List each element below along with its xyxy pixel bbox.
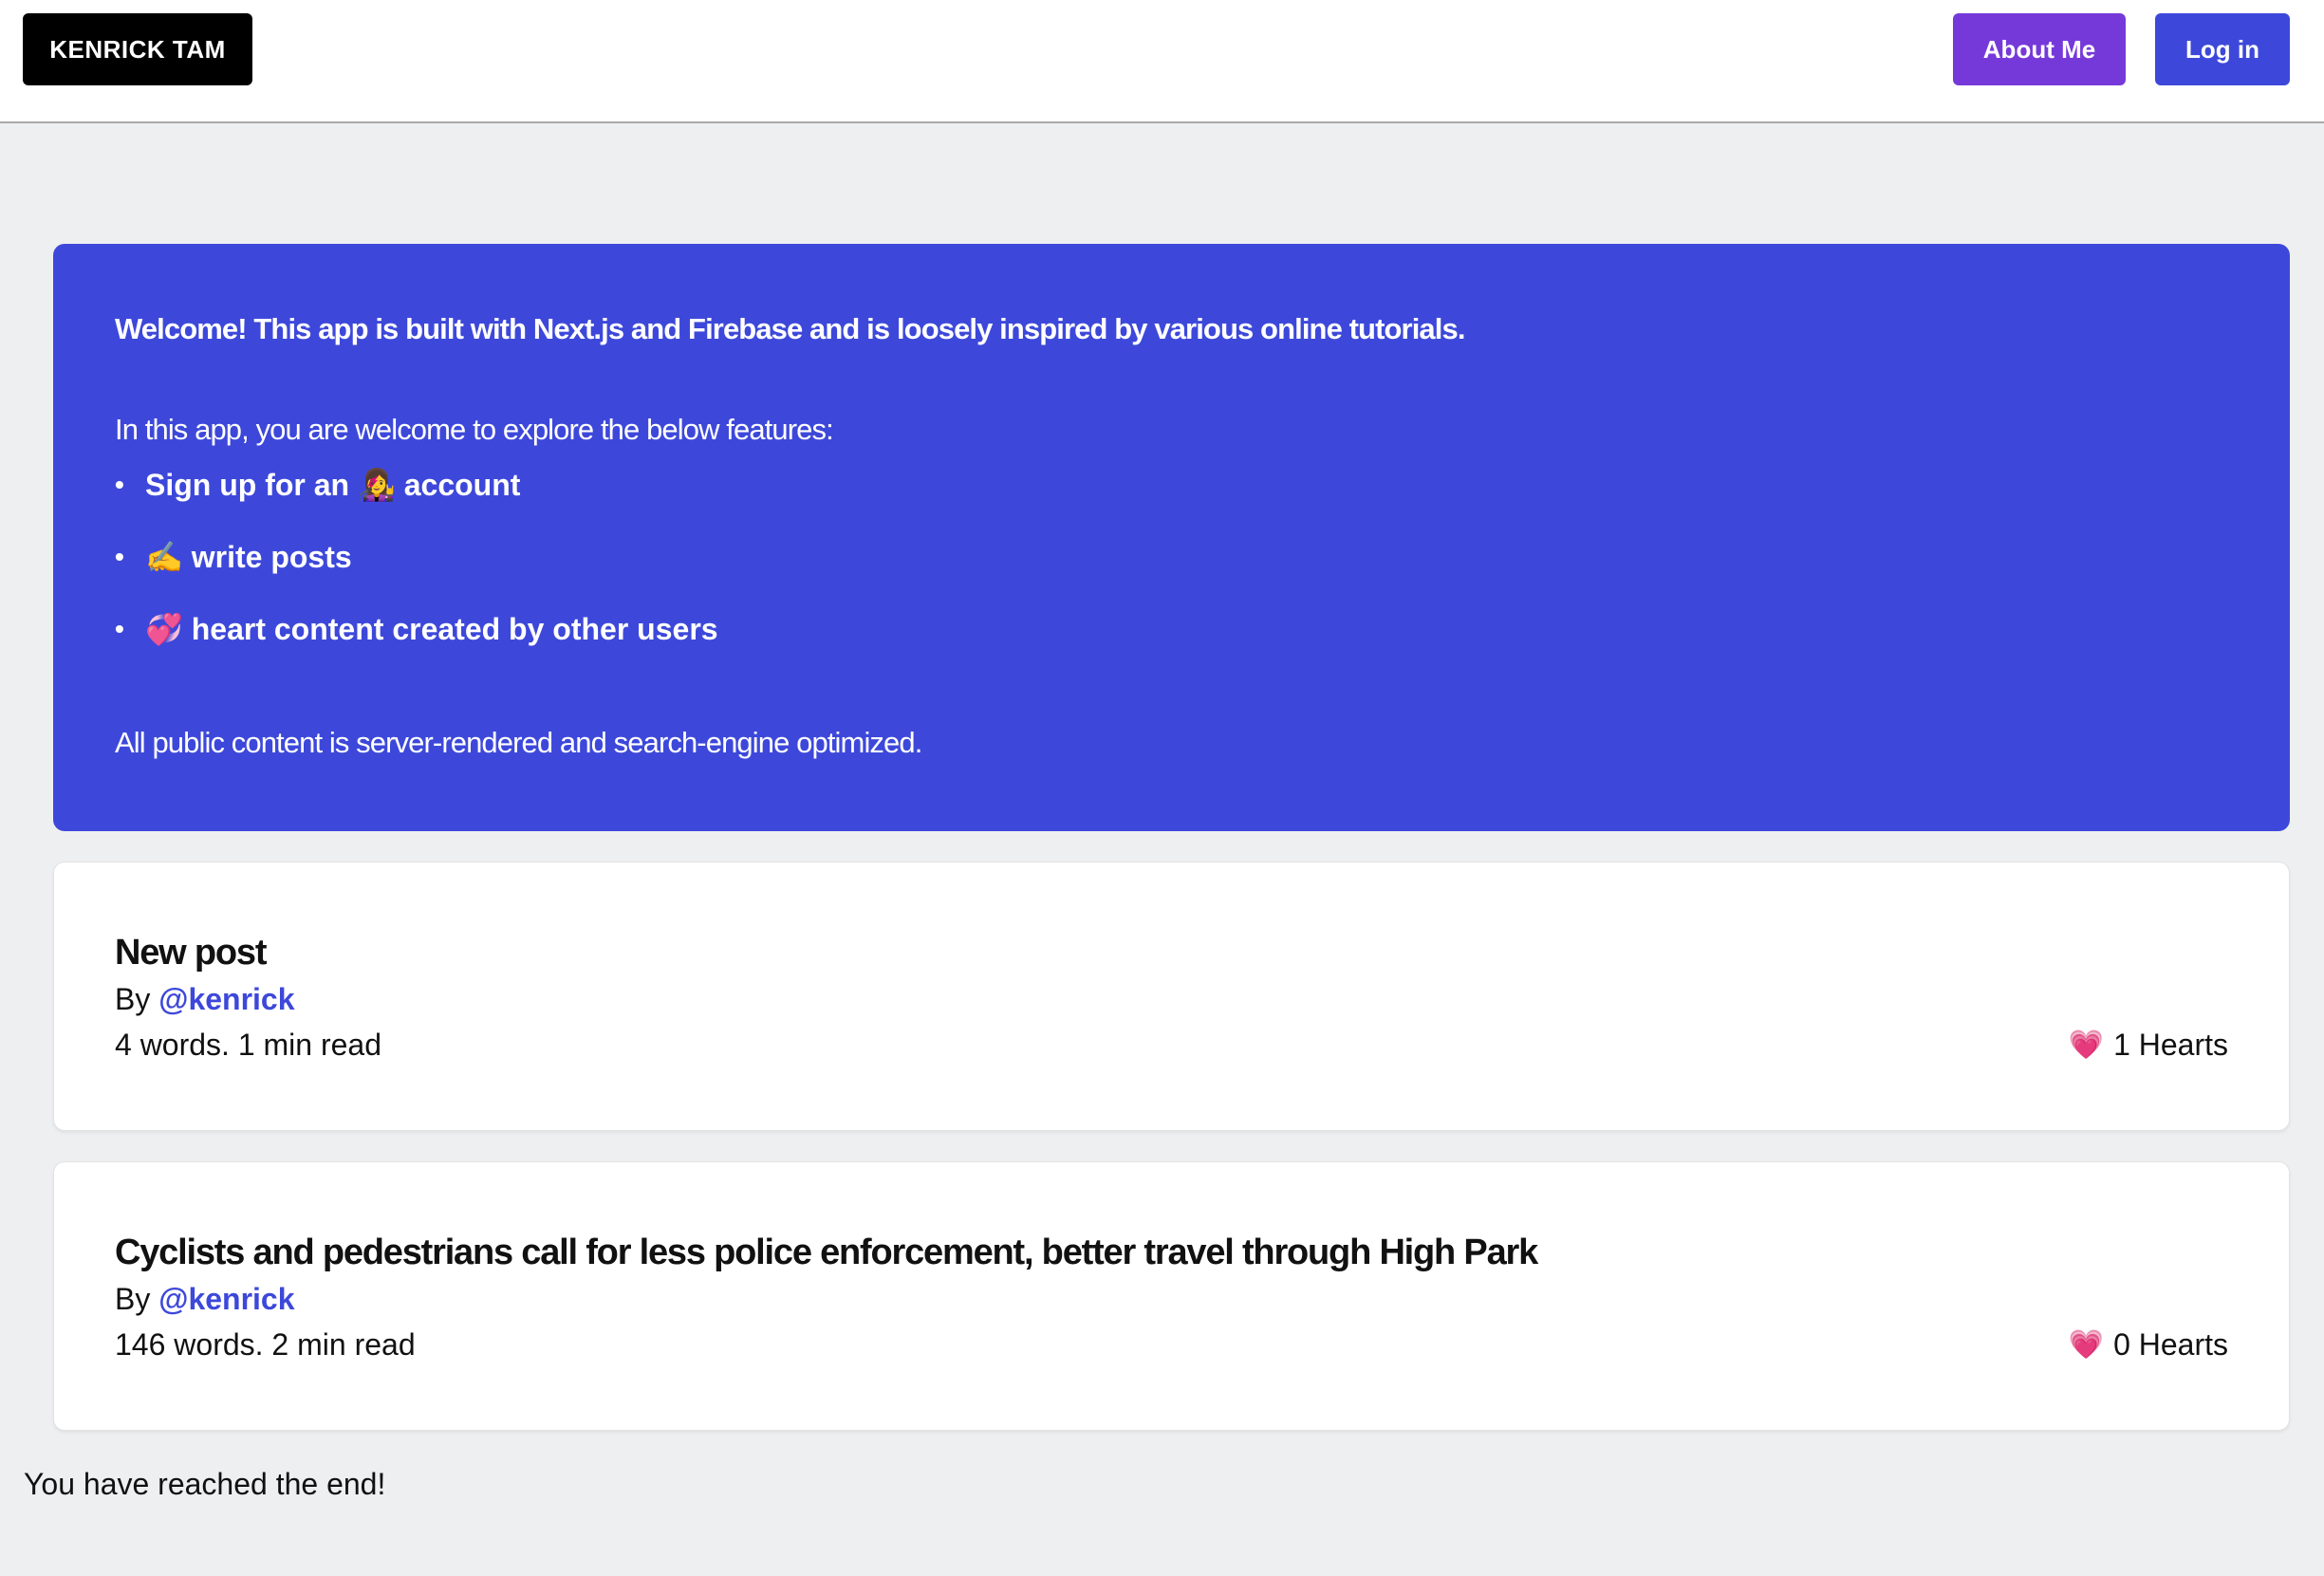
welcome-heading: Welcome! This app is built with Next.js … [115, 312, 1465, 345]
feature-item: • 💞 heart content created by other users [115, 603, 718, 675]
bullet-icon: • [115, 470, 124, 499]
bullet-icon: • [115, 614, 124, 643]
author-link[interactable]: @kenrick [158, 1282, 294, 1316]
post-author-line: By @kenrick [115, 982, 295, 1017]
end-of-feed-message: You have reached the end! [24, 1467, 386, 1501]
post-title[interactable]: New post [115, 933, 268, 973]
heart-icon: 💗 [2068, 1328, 2105, 1361]
log-in-button[interactable]: Log in [2155, 13, 2290, 85]
welcome-card: Welcome! This app is built with Next.js … [53, 244, 2290, 831]
by-label: By [115, 982, 151, 1016]
seo-note: All public content is server-rendered an… [115, 726, 922, 759]
post-author-line: By @kenrick [115, 1282, 295, 1317]
feature-text: Sign up for an 👩‍🎤 account [145, 468, 521, 502]
features-intro: In this app, you are welcome to explore … [115, 413, 834, 446]
top-navbar: KENRICK TAM About Me Log in [0, 0, 2324, 123]
hearts-label: 1 Hearts [2113, 1028, 2228, 1062]
bullet-icon: • [115, 542, 124, 571]
feature-text: 💞 heart content created by other users [145, 612, 718, 646]
heart-icon: 💗 [2068, 1029, 2105, 1061]
post-card[interactable]: New post By @kenrick 4 words. 1 min read… [53, 862, 2290, 1131]
feature-item: • ✍️ write posts [115, 530, 718, 603]
hearts-label: 0 Hearts [2113, 1327, 2228, 1362]
about-me-button[interactable]: About Me [1953, 13, 2126, 85]
feature-text: ✍️ write posts [145, 540, 352, 574]
post-word-count: 4 words. 1 min read [115, 1028, 382, 1062]
home-brand-button[interactable]: KENRICK TAM [23, 13, 252, 85]
hearts-count: 💗 0 Hearts [2069, 1327, 2228, 1363]
post-title[interactable]: Cyclists and pedestrians call for less p… [115, 1233, 1538, 1273]
by-label: By [115, 1282, 151, 1316]
post-word-count: 146 words. 2 min read [115, 1327, 416, 1362]
features-list: • Sign up for an 👩‍🎤 account • ✍️ write … [115, 458, 718, 675]
post-card[interactable]: Cyclists and pedestrians call for less p… [53, 1161, 2290, 1431]
feature-item: • Sign up for an 👩‍🎤 account [115, 458, 718, 530]
author-link[interactable]: @kenrick [158, 982, 294, 1016]
hearts-count: 💗 1 Hearts [2069, 1028, 2228, 1063]
